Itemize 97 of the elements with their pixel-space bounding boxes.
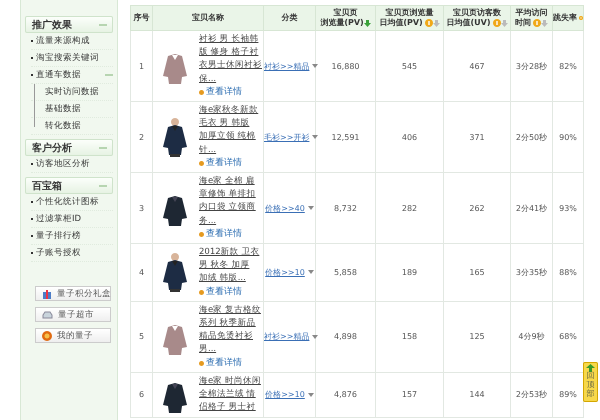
sort-down-icon[interactable] — [364, 20, 371, 26]
table-cell: 371 — [444, 102, 510, 173]
detail-link[interactable]: 查看详情 — [199, 286, 262, 299]
sidebar-item[interactable]: 个性化统计图标 — [31, 194, 113, 211]
sidebar-item[interactable]: 量子排行榜 — [31, 228, 113, 245]
product-link[interactable]: 衬衫 男 长袖韩 版 修身 格子衬 衣男士休闲衬衫 保... — [199, 33, 262, 86]
column-header: 宝贝名称 — [152, 6, 264, 30]
sidebar-item[interactable]: 子账号授权 — [31, 245, 113, 262]
section-header[interactable]: 客户分析 — [25, 139, 113, 156]
table-cell: 6 — [130, 372, 152, 418]
sidebar-item[interactable]: 实时访问数据 — [31, 84, 113, 101]
table-cell: 3 — [130, 172, 152, 244]
sidebar-button[interactable]: 量子超市 — [35, 307, 111, 322]
sidebar-button[interactable]: 量子积分礼盒 — [35, 286, 111, 301]
tray-icon — [42, 310, 53, 318]
sidebar-item[interactable]: 转化数据 — [31, 118, 113, 135]
table-cell: 158 — [376, 301, 444, 372]
table-cell: 467 — [444, 30, 510, 102]
section-title: 推广效果 — [32, 18, 72, 32]
column-header: 序号 — [130, 6, 152, 30]
caret-icon[interactable] — [308, 392, 314, 397]
table-cell: 4,876 — [316, 372, 376, 418]
table-cell: 4分9秒 — [510, 301, 552, 372]
sidebar-button[interactable]: 我的量子 — [35, 328, 111, 343]
column-header: 宝贝页浏览量 日均值(PV) — [376, 6, 444, 30]
coin-icon — [42, 330, 52, 340]
product-link[interactable]: 海e家 全棉 扁 章修饰 单排扣 内口袋 立领商 务... — [199, 175, 262, 228]
sort-down-icon[interactable] — [500, 20, 508, 26]
category-link[interactable]: 价格>>10 — [265, 389, 305, 400]
help-icon[interactable] — [579, 14, 583, 22]
table-cell: 2 — [130, 102, 152, 173]
table-cell: 125 — [444, 301, 510, 372]
help-icon[interactable] — [533, 19, 541, 27]
category-link[interactable]: 衬衫>>精品 — [264, 60, 310, 72]
category-link[interactable]: 价格>>10 — [265, 266, 305, 278]
up-arrow-icon — [586, 364, 595, 372]
table-cell: 1 — [130, 30, 152, 102]
section-header[interactable]: 百宝箱 — [25, 177, 113, 194]
caret-icon[interactable] — [312, 135, 318, 140]
column-header: 宝贝页 浏览量(PV) — [316, 6, 376, 30]
table-cell: 282 — [376, 172, 444, 244]
category-link[interactable]: 毛衫>>开衫 — [264, 132, 310, 143]
back-to-top-button[interactable]: 回顶部 — [583, 362, 598, 402]
table-cell: 90% — [552, 102, 584, 173]
detail-link[interactable]: 查看详情 — [199, 86, 262, 100]
table-cell: 5,858 — [316, 244, 376, 302]
table-cell: 189 — [376, 244, 444, 302]
section-title: 客户分析 — [32, 141, 72, 154]
caret-icon[interactable] — [312, 64, 318, 68]
sort-down-icon[interactable] — [432, 20, 440, 26]
sort-down-icon[interactable] — [541, 20, 548, 26]
table-cell: 5 — [130, 301, 152, 372]
column-header: 平均访问 时间 — [510, 6, 552, 30]
table-cell: 262 — [444, 172, 510, 244]
table-cell: 157 — [376, 372, 444, 418]
help-icon[interactable] — [424, 19, 433, 27]
column-header: 跳失率 — [552, 6, 584, 30]
detail-link[interactable]: 查看详情 — [199, 156, 262, 170]
table-cell: 406 — [376, 102, 444, 173]
table-cell: 8,732 — [316, 172, 376, 244]
sidebar-item[interactable]: 淘宝搜索关键词 — [31, 50, 113, 67]
table-cell: 2分53秒 — [510, 372, 552, 418]
detail-link[interactable]: 查看详情 — [199, 228, 262, 242]
table-cell: 2分50秒 — [510, 102, 552, 173]
table-cell: 2分41秒 — [510, 172, 552, 244]
caret-icon[interactable] — [312, 334, 318, 339]
table-cell: 88% — [552, 244, 584, 302]
sidebar-item[interactable]: 过滤掌柜ID — [31, 211, 113, 228]
table-cell: 3分35秒 — [510, 244, 552, 302]
column-header: 分类 — [264, 6, 316, 30]
gift-icon — [42, 288, 52, 298]
sidebar-item[interactable]: 基础数据 — [31, 101, 113, 118]
product-link[interactable]: 海e家秋冬新款 毛衣 男 韩版 加厚立领 纯棉 针... — [199, 104, 262, 157]
table-cell: 4 — [130, 244, 152, 302]
detail-link[interactable]: 查看详情 — [199, 356, 262, 370]
category-link[interactable]: 价格>>40 — [265, 202, 305, 214]
table-cell: 82% — [552, 30, 584, 102]
table-cell: 93% — [552, 172, 584, 244]
help-icon[interactable] — [492, 19, 500, 27]
sidebar-item[interactable]: 直通车数据 — [31, 67, 113, 84]
table-cell: 4,898 — [316, 301, 376, 372]
table-cell: 3分28秒 — [510, 30, 552, 102]
sidebar-item[interactable]: 访客地区分析 — [31, 156, 113, 173]
table-cell: 165 — [444, 244, 510, 302]
section-header[interactable]: 推广效果 — [25, 16, 113, 33]
product-link[interactable]: 2012新款 卫衣 男 秋冬 加厚 加绒 韩版... — [199, 246, 262, 286]
table-cell: 144 — [444, 372, 510, 418]
table-cell: 16,880 — [316, 30, 376, 102]
category-link[interactable]: 衬衫>>精品 — [264, 331, 310, 342]
caret-icon[interactable] — [308, 206, 314, 210]
caret-icon[interactable] — [308, 270, 314, 274]
table-cell: 545 — [376, 30, 444, 102]
column-header: 宝贝页访客数 日均值(UV) — [444, 6, 510, 30]
table-cell: 12,591 — [316, 102, 376, 173]
sidebar-item[interactable]: 流量来源构成 — [31, 33, 113, 50]
product-link[interactable]: 海e家 复古格纹 系列 秋季新品 精品免烫衬衫 男... — [199, 304, 262, 357]
section-title: 百宝箱 — [32, 179, 62, 192]
